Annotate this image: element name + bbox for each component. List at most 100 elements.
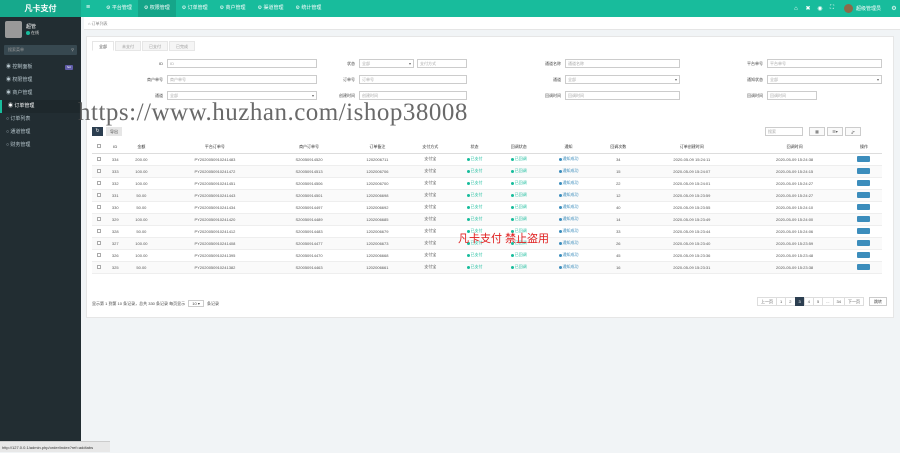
- sidebar-item-dashboard[interactable]: ◉ 控制面板 hot: [0, 61, 81, 74]
- column-header[interactable]: 支付方式: [408, 141, 453, 154]
- edit-button[interactable]: [857, 167, 871, 174]
- filter-platform-no-input[interactable]: 平台单号: [767, 59, 882, 68]
- checkbox[interactable]: [97, 216, 101, 221]
- column-header[interactable]: 回调次数: [596, 141, 641, 154]
- refresh-icon[interactable]: ↻: [92, 127, 103, 136]
- sidebar-item-order-list[interactable]: ○ 订单列表: [0, 113, 81, 126]
- checkbox[interactable]: [97, 168, 101, 173]
- checkbox[interactable]: [97, 156, 101, 161]
- table-search-input[interactable]: 搜索: [765, 127, 803, 136]
- settings-icon[interactable]: ⚙: [888, 5, 900, 12]
- edit-button[interactable]: [857, 239, 871, 246]
- header-checkbox[interactable]: [92, 141, 106, 154]
- tab-done[interactable]: 已完成: [169, 41, 195, 51]
- row-checkbox[interactable]: [92, 261, 106, 274]
- filter-order-no-input[interactable]: 订单号: [359, 75, 467, 84]
- checkbox[interactable]: [97, 252, 101, 257]
- tab-unpaid[interactable]: 未支付: [115, 41, 141, 51]
- table-row[interactable]: 330 50.00 PY2020050910241434 S20050914497 12…: [92, 201, 882, 214]
- edit-button[interactable]: [857, 191, 871, 198]
- table-row[interactable]: 325 50.00 PY2020050910241382 S20050914463 12…: [92, 261, 882, 274]
- row-checkbox[interactable]: [92, 189, 106, 202]
- top-nav-item[interactable]: ⚙ 权限管理: [137, 0, 176, 17]
- export-icon[interactable]: ⤓▾: [845, 127, 861, 136]
- checkbox[interactable]: [97, 180, 101, 185]
- top-nav-item[interactable]: ⚙ 渠道管理: [252, 0, 290, 17]
- tab-all[interactable]: 全部: [92, 41, 114, 51]
- column-header[interactable]: 回调时间: [743, 141, 846, 154]
- checkbox[interactable]: [97, 192, 101, 197]
- edit-button[interactable]: [857, 227, 871, 234]
- top-nav-item[interactable]: ⚙ 统计管理: [289, 0, 327, 17]
- table-row[interactable]: 331 50.00 PY2020050910241443 S20050914501 12…: [92, 189, 882, 202]
- export-button[interactable]: 导出: [106, 127, 122, 136]
- filter-paytype-input[interactable]: 支付方式: [417, 59, 467, 68]
- sidebar-search-input[interactable]: 搜索菜单 ⚲: [4, 45, 77, 55]
- filter-id-input[interactable]: ID: [167, 59, 317, 68]
- top-nav-item[interactable]: ⚙ 平台管理: [100, 0, 138, 17]
- top-nav-item[interactable]: ⚙ 商户管理: [214, 0, 252, 17]
- table-row[interactable]: 334 200.00 PY2020050910241483 S20050914520 1…: [92, 153, 882, 166]
- column-header[interactable]: ID: [106, 141, 125, 154]
- row-checkbox[interactable]: [92, 237, 106, 250]
- row-checkbox[interactable]: [92, 165, 106, 178]
- filter-notify-select[interactable]: 全部 ▾: [767, 75, 882, 84]
- sidebar-item-merchant[interactable]: ◉ 商户管理: [0, 87, 81, 100]
- app-logo[interactable]: 凡卡支付: [0, 0, 81, 17]
- page-link[interactable]: 下一页: [844, 297, 864, 306]
- row-checkbox[interactable]: [92, 225, 106, 238]
- columns-icon[interactable]: ☰▾: [827, 127, 843, 136]
- row-checkbox[interactable]: [92, 213, 106, 226]
- table-row[interactable]: 326 100.00 PY2020050910241395 S20050914470 1…: [92, 249, 882, 262]
- avatar[interactable]: [843, 4, 853, 13]
- top-nav-item[interactable]: ⚙ 订单管理: [176, 0, 214, 17]
- checkbox[interactable]: [97, 228, 101, 233]
- menu-toggle-icon[interactable]: ≡: [86, 4, 93, 12]
- row-checkbox[interactable]: [92, 177, 106, 190]
- filter-channel-select[interactable]: 全部 ▾: [565, 75, 680, 84]
- column-header[interactable]: 平台订单号: [158, 141, 272, 154]
- edit-button[interactable]: [857, 251, 871, 258]
- per-page-select[interactable]: 10 ▾: [188, 300, 204, 307]
- column-header[interactable]: 商户订单号: [271, 141, 347, 154]
- filter-callback-time2-input[interactable]: 回调时间: [767, 91, 817, 100]
- table-row[interactable]: 329 100.00 PY2020050910241420 S20050914489 1…: [92, 213, 882, 226]
- sidebar-item-finance[interactable]: ○ 财务管理: [0, 139, 81, 152]
- tab-paid[interactable]: 已支付: [142, 41, 168, 51]
- column-header[interactable]: 回调状态: [496, 141, 541, 154]
- edit-button[interactable]: [857, 203, 871, 210]
- filter-status-select[interactable]: 全部 ▾: [359, 59, 414, 68]
- grid-toggle-icon[interactable]: ▦: [809, 127, 825, 136]
- column-header[interactable]: 通知: [540, 141, 597, 154]
- sidebar-item-orders[interactable]: ◉ 订单管理: [0, 100, 81, 113]
- checkbox[interactable]: [97, 144, 101, 149]
- column-header[interactable]: 订单备注: [346, 141, 409, 154]
- filter-callback-time-input[interactable]: 回调时间: [565, 91, 680, 100]
- column-header[interactable]: 订单创建时间: [640, 141, 744, 154]
- top-user-name[interactable]: 超级管理员: [856, 5, 881, 12]
- breadcrumb-current[interactable]: 订单列表: [92, 21, 108, 26]
- table-row[interactable]: 332 100.00 PY2020050910241451 S20050914506 1…: [92, 177, 882, 190]
- column-header[interactable]: 状态: [452, 141, 497, 154]
- checkbox[interactable]: [97, 264, 101, 269]
- row-checkbox[interactable]: [92, 249, 106, 262]
- row-checkbox[interactable]: [92, 201, 106, 214]
- language-icon[interactable]: ◉: [814, 5, 826, 12]
- column-header[interactable]: 金额: [124, 141, 159, 154]
- sidebar-item-auth[interactable]: ◉ 权限管理: [0, 74, 81, 87]
- checkbox[interactable]: [97, 204, 101, 209]
- filter-merchant-no-input[interactable]: 商户单号: [167, 75, 317, 84]
- page-jump-button[interactable]: 跳转: [869, 297, 887, 306]
- page-link[interactable]: 上一页: [757, 297, 778, 306]
- sidebar-item-channel[interactable]: ○ 通道管理: [0, 126, 81, 139]
- checkbox[interactable]: [97, 240, 101, 245]
- trash-icon[interactable]: ✖: [802, 5, 814, 12]
- fullscreen-icon[interactable]: ⛶: [826, 5, 838, 12]
- search-icon[interactable]: ⚲: [71, 45, 74, 55]
- edit-button[interactable]: [857, 263, 871, 270]
- table-row[interactable]: 333 100.00 PY2020050910241472 S20050914513 1…: [92, 165, 882, 178]
- home-icon[interactable]: ⌂: [790, 6, 802, 12]
- edit-button[interactable]: [857, 155, 871, 162]
- edit-button[interactable]: [857, 179, 871, 186]
- edit-button[interactable]: [857, 215, 871, 222]
